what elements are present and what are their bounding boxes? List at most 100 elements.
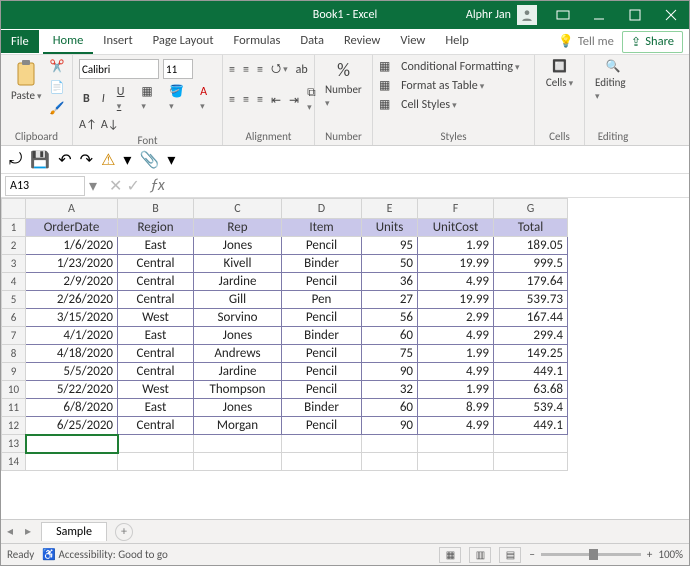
- cell-1-C[interactable]: Rep: [194, 219, 282, 237]
- cell-14-A[interactable]: [26, 453, 118, 471]
- row-header-7[interactable]: 7: [2, 327, 26, 345]
- row-header-1[interactable]: 1: [2, 219, 26, 237]
- conditional-formatting-button[interactable]: ▦ Conditional Formatting: [379, 59, 528, 74]
- cell-7-D[interactable]: Binder: [282, 327, 362, 345]
- cell-10-F[interactable]: 1.99: [418, 381, 494, 399]
- fx-icon[interactable]: ƒx: [150, 176, 165, 195]
- cell-4-E[interactable]: 36: [362, 273, 418, 291]
- copy-icon[interactable]: 📄: [50, 80, 65, 95]
- cell-1-F[interactable]: UnitCost: [418, 219, 494, 237]
- cell-3-C[interactable]: Kivell: [194, 255, 282, 273]
- cell-5-D[interactable]: Pen: [282, 291, 362, 309]
- tab-home[interactable]: Home: [43, 29, 94, 54]
- cell-11-G[interactable]: 539.4: [494, 399, 568, 417]
- accessibility-status[interactable]: ♿ Accessibility: Good to go: [42, 548, 168, 561]
- new-sheet-button[interactable]: +: [115, 523, 133, 541]
- font-color-button[interactable]: A: [196, 84, 216, 114]
- cell-6-D[interactable]: Pencil: [282, 309, 362, 327]
- row-header-4[interactable]: 4: [2, 273, 26, 291]
- page-break-view-button[interactable]: ▤: [499, 547, 521, 563]
- cell-7-C[interactable]: Jones: [194, 327, 282, 345]
- cell-11-D[interactable]: Binder: [282, 399, 362, 417]
- row-header-10[interactable]: 10: [2, 381, 26, 399]
- cell-14-D[interactable]: [282, 453, 362, 471]
- redo-icon[interactable]: ↷: [80, 150, 93, 170]
- row-header-13[interactable]: 13: [2, 435, 26, 453]
- increase-font-icon[interactable]: A↑: [79, 118, 97, 132]
- col-header-E[interactable]: E: [362, 199, 418, 219]
- cell-14-F[interactable]: [418, 453, 494, 471]
- warning-icon[interactable]: ⚠: [101, 150, 115, 170]
- increase-indent-icon[interactable]: ⇥: [289, 93, 299, 108]
- underline-button[interactable]: U: [113, 84, 134, 114]
- cell-2-A[interactable]: 1/6/2020: [26, 237, 118, 255]
- cell-1-G[interactable]: Total: [494, 219, 568, 237]
- cell-14-G[interactable]: [494, 453, 568, 471]
- cell-4-D[interactable]: Pencil: [282, 273, 362, 291]
- col-header-B[interactable]: B: [118, 199, 194, 219]
- orientation-icon[interactable]: ⭯: [271, 59, 288, 80]
- cell-11-F[interactable]: 8.99: [418, 399, 494, 417]
- cell-12-C[interactable]: Morgan: [194, 417, 282, 435]
- minimize-button[interactable]: [581, 1, 617, 29]
- cell-8-B[interactable]: Central: [118, 345, 194, 363]
- cell-5-B[interactable]: Central: [118, 291, 194, 309]
- row-header-3[interactable]: 3: [2, 255, 26, 273]
- cell-14-E[interactable]: [362, 453, 418, 471]
- cell-13-E[interactable]: [362, 435, 418, 453]
- cell-13-C[interactable]: [194, 435, 282, 453]
- cell-14-C[interactable]: [194, 453, 282, 471]
- cell-6-A[interactable]: 3/15/2020: [26, 309, 118, 327]
- cell-6-E[interactable]: 56: [362, 309, 418, 327]
- undo-icon[interactable]: ↶: [58, 150, 71, 170]
- cell-12-E[interactable]: 90: [362, 417, 418, 435]
- cut-icon[interactable]: ✂️: [50, 59, 65, 74]
- number-format-button[interactable]: % Number: [321, 59, 366, 109]
- cell-11-B[interactable]: East: [118, 399, 194, 417]
- cell-13-A[interactable]: [26, 435, 118, 453]
- cell-7-E[interactable]: 60: [362, 327, 418, 345]
- cell-13-G[interactable]: [494, 435, 568, 453]
- save-icon[interactable]: 💾: [30, 150, 50, 170]
- cell-9-F[interactable]: 4.99: [418, 363, 494, 381]
- align-left-icon[interactable]: ≡: [229, 93, 235, 107]
- cell-2-C[interactable]: Jones: [194, 237, 282, 255]
- select-all-corner[interactable]: [2, 199, 26, 219]
- font-name[interactable]: [79, 59, 159, 79]
- align-top-icon[interactable]: ≡: [229, 63, 235, 77]
- cell-10-A[interactable]: 5/22/2020: [26, 381, 118, 399]
- drop1-icon[interactable]: ▾: [123, 150, 131, 170]
- cell-3-F[interactable]: 19.99: [418, 255, 494, 273]
- cell-5-F[interactable]: 19.99: [418, 291, 494, 309]
- row-header-6[interactable]: 6: [2, 309, 26, 327]
- col-header-G[interactable]: G: [494, 199, 568, 219]
- editing-button[interactable]: 🔍 Editing: [591, 59, 635, 102]
- cell-10-G[interactable]: 63.68: [494, 381, 568, 399]
- cell-styles-button[interactable]: ▦ Cell Styles: [379, 97, 528, 112]
- border-button[interactable]: ▦: [137, 83, 161, 114]
- cell-7-A[interactable]: 4/1/2020: [26, 327, 118, 345]
- row-header-9[interactable]: 9: [2, 363, 26, 381]
- sheet-tab[interactable]: Sample: [41, 522, 107, 541]
- cell-13-B[interactable]: [118, 435, 194, 453]
- cell-12-F[interactable]: 4.99: [418, 417, 494, 435]
- cell-12-G[interactable]: 449.1: [494, 417, 568, 435]
- cell-10-D[interactable]: Pencil: [282, 381, 362, 399]
- cell-13-F[interactable]: [418, 435, 494, 453]
- font-size[interactable]: [163, 59, 193, 79]
- cell-5-E[interactable]: 27: [362, 291, 418, 309]
- align-bottom-icon[interactable]: ≡: [257, 63, 263, 77]
- cell-8-A[interactable]: 4/18/2020: [26, 345, 118, 363]
- cell-11-C[interactable]: Jones: [194, 399, 282, 417]
- worksheet[interactable]: ABCDEFG1OrderDateRegionRepItemUnitsUnitC…: [1, 198, 689, 519]
- tell-me[interactable]: 💡 Tell me: [550, 34, 622, 49]
- pin-icon[interactable]: 📎: [139, 150, 159, 170]
- cell-4-F[interactable]: 4.99: [418, 273, 494, 291]
- cell-4-A[interactable]: 2/9/2020: [26, 273, 118, 291]
- format-painter-icon[interactable]: 🖌️: [50, 101, 65, 116]
- autosave-icon[interactable]: ⤾: [9, 150, 22, 169]
- cell-3-A[interactable]: 1/23/2020: [26, 255, 118, 273]
- col-header-C[interactable]: C: [194, 199, 282, 219]
- cell-10-B[interactable]: West: [118, 381, 194, 399]
- ribbon-display-options[interactable]: [545, 1, 581, 29]
